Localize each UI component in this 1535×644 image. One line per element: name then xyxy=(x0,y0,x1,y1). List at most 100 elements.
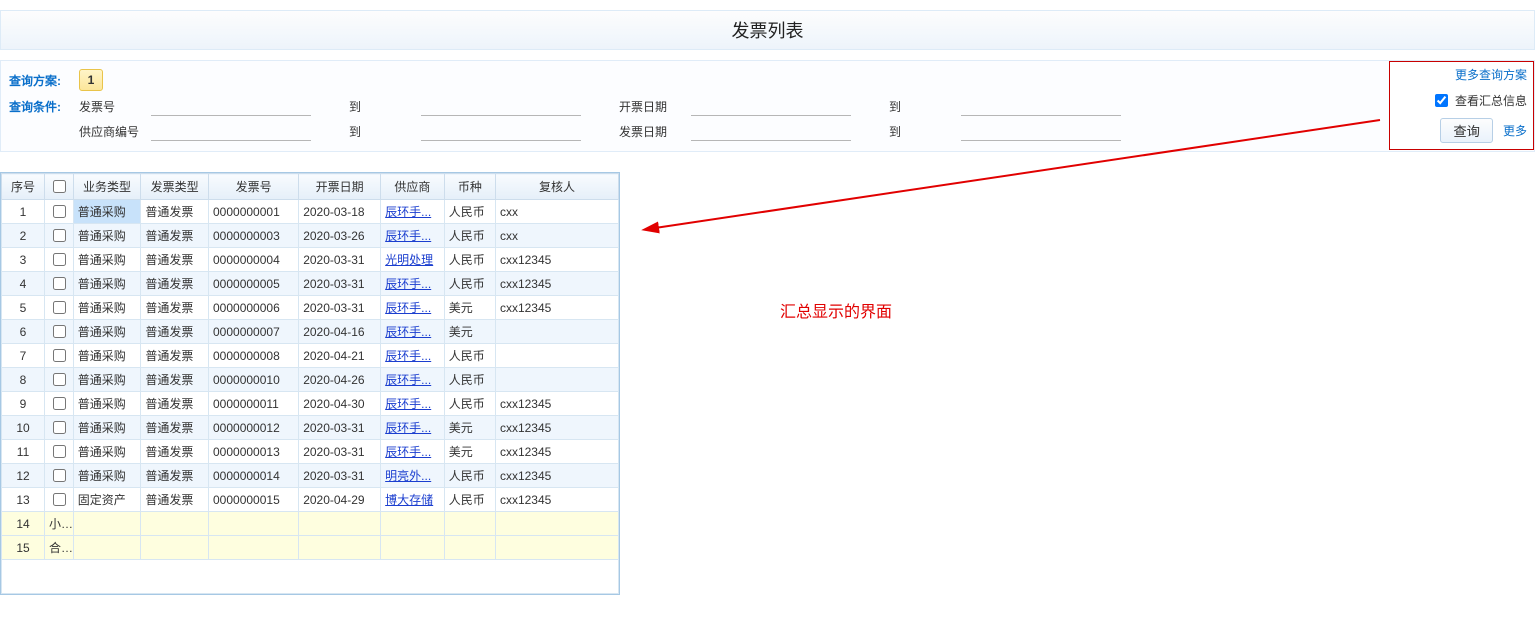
supplier-link[interactable]: 光明处理 xyxy=(385,253,433,267)
col-invtype-header[interactable]: 发票类型 xyxy=(141,174,209,200)
cell-check[interactable] xyxy=(45,224,74,248)
cell-supplier[interactable]: 明亮外... xyxy=(381,464,445,488)
field-to-label-4: 到 xyxy=(889,123,953,140)
row-checkbox[interactable] xyxy=(53,229,66,242)
table-row[interactable]: 5普通采购普通发票00000000062020-03-31辰环手...美元cxx… xyxy=(2,296,619,320)
row-checkbox[interactable] xyxy=(53,469,66,482)
supplier-link[interactable]: 博大存储 xyxy=(385,493,433,507)
table-row[interactable]: 11普通采购普通发票00000000132020-03-31辰环手...美元cx… xyxy=(2,440,619,464)
supplier-link[interactable]: 辰环手... xyxy=(385,229,431,243)
table-row[interactable]: 9普通采购普通发票00000000112020-04-30辰环手...人民币cx… xyxy=(2,392,619,416)
cell-supplier[interactable]: 辰环手... xyxy=(381,344,445,368)
cell-supplier[interactable]: 辰环手... xyxy=(381,392,445,416)
cell-supplier[interactable]: 辰环手... xyxy=(381,320,445,344)
cell-invtype: 普通发票 xyxy=(141,224,209,248)
select-all-checkbox[interactable] xyxy=(53,180,66,193)
cell-supplier[interactable]: 辰环手... xyxy=(381,296,445,320)
row-checkbox[interactable] xyxy=(53,325,66,338)
table-row[interactable]: 8普通采购普通发票00000000102020-04-26辰环手...人民币 xyxy=(2,368,619,392)
billing-date-to-input[interactable] xyxy=(961,97,1121,116)
col-reviewer-header[interactable]: 复核人 xyxy=(495,174,618,200)
row-checkbox[interactable] xyxy=(53,301,66,314)
cell-supplier[interactable]: 辰环手... xyxy=(381,368,445,392)
supplier-link[interactable]: 辰环手... xyxy=(385,397,431,411)
cell-check[interactable] xyxy=(45,200,74,224)
table-row[interactable]: 12普通采购普通发票00000000142020-03-31明亮外...人民币c… xyxy=(2,464,619,488)
query-scheme-badge[interactable]: 1 xyxy=(79,69,103,91)
table-row[interactable]: 7普通采购普通发票00000000082020-04-21辰环手...人民币 xyxy=(2,344,619,368)
invoice-no-from-input[interactable] xyxy=(151,97,311,116)
supplier-link[interactable]: 明亮外... xyxy=(385,469,431,483)
cell-billdate: 2020-03-31 xyxy=(299,296,381,320)
table-row[interactable]: 1普通采购普通发票00000000012020-03-18辰环手...人民币cx… xyxy=(2,200,619,224)
row-checkbox[interactable] xyxy=(53,277,66,290)
row-checkbox[interactable] xyxy=(53,253,66,266)
billing-date-from-input[interactable] xyxy=(691,97,851,116)
cell-invno: 0000000006 xyxy=(209,296,299,320)
row-checkbox[interactable] xyxy=(53,205,66,218)
row-checkbox[interactable] xyxy=(53,493,66,506)
invoice-no-to-input[interactable] xyxy=(421,97,581,116)
col-billdate-header[interactable]: 开票日期 xyxy=(299,174,381,200)
field-invoice-no-label: 发票号 xyxy=(79,98,143,115)
row-checkbox[interactable] xyxy=(53,349,66,362)
view-summary-label: 查看汇总信息 xyxy=(1455,92,1527,109)
col-seq-header[interactable]: 序号 xyxy=(2,174,45,200)
cell-supplier[interactable]: 辰环手... xyxy=(381,224,445,248)
query-button[interactable]: 查询 xyxy=(1440,118,1493,143)
cell-supplier[interactable]: 光明处理 xyxy=(381,248,445,272)
cell-check[interactable] xyxy=(45,488,74,512)
cell-supplier[interactable]: 辰环手... xyxy=(381,440,445,464)
supplier-link[interactable]: 辰环手... xyxy=(385,421,431,435)
table-row[interactable]: 2普通采购普通发票00000000032020-03-26辰环手...人民币cx… xyxy=(2,224,619,248)
col-biztype-header[interactable]: 业务类型 xyxy=(73,174,141,200)
supplier-link[interactable]: 辰环手... xyxy=(385,325,431,339)
cell-check[interactable] xyxy=(45,248,74,272)
cell-check[interactable] xyxy=(45,368,74,392)
supplier-no-from-input[interactable] xyxy=(151,122,311,141)
row-checkbox[interactable] xyxy=(53,373,66,386)
cell-supplier[interactable]: 辰环手... xyxy=(381,200,445,224)
table-row[interactable]: 6普通采购普通发票00000000072020-04-16辰环手...美元 xyxy=(2,320,619,344)
col-check-header[interactable] xyxy=(45,174,74,200)
table-row[interactable]: 13固定资产普通发票00000000152020-04-29博大存储人民币cxx… xyxy=(2,488,619,512)
cell-check[interactable] xyxy=(45,320,74,344)
cell-supplier[interactable]: 辰环手... xyxy=(381,416,445,440)
invoice-date-to-input[interactable] xyxy=(961,122,1121,141)
more-link[interactable]: 更多 xyxy=(1503,122,1527,139)
more-query-schemes-link[interactable]: 更多查询方案 xyxy=(1396,66,1527,83)
supplier-link[interactable]: 辰环手... xyxy=(385,277,431,291)
col-supplier-header[interactable]: 供应商 xyxy=(381,174,445,200)
cell-currency: 人民币 xyxy=(444,344,495,368)
row-checkbox[interactable] xyxy=(53,445,66,458)
cell-check[interactable] xyxy=(45,416,74,440)
invoice-date-from-input[interactable] xyxy=(691,122,851,141)
table-row[interactable]: 10普通采购普通发票00000000122020-03-31辰环手...美元cx… xyxy=(2,416,619,440)
row-checkbox[interactable] xyxy=(53,421,66,434)
cell-biztype: 普通采购 xyxy=(73,224,141,248)
col-invno-header[interactable]: 发票号 xyxy=(209,174,299,200)
cell-supplier[interactable]: 博大存储 xyxy=(381,488,445,512)
cell-check[interactable] xyxy=(45,464,74,488)
cell-check[interactable] xyxy=(45,296,74,320)
cell-invno: 0000000008 xyxy=(209,344,299,368)
view-summary-checkbox[interactable] xyxy=(1435,94,1448,107)
cell-check[interactable] xyxy=(45,272,74,296)
supplier-link[interactable]: 辰环手... xyxy=(385,373,431,387)
supplier-no-to-input[interactable] xyxy=(421,122,581,141)
cell-check[interactable] xyxy=(45,392,74,416)
col-currency-header[interactable]: 币种 xyxy=(444,174,495,200)
query-condition-label: 查询条件: xyxy=(9,98,69,115)
cell-check[interactable] xyxy=(45,440,74,464)
supplier-link[interactable]: 辰环手... xyxy=(385,445,431,459)
cell-supplier[interactable]: 辰环手... xyxy=(381,272,445,296)
cell-check[interactable] xyxy=(45,344,74,368)
supplier-link[interactable]: 辰环手... xyxy=(385,349,431,363)
supplier-link[interactable]: 辰环手... xyxy=(385,205,431,219)
supplier-link[interactable]: 辰环手... xyxy=(385,301,431,315)
cell-reviewer xyxy=(495,368,618,392)
table-row[interactable]: 3普通采购普通发票00000000042020-03-31光明处理人民币cxx1… xyxy=(2,248,619,272)
table-row[interactable]: 4普通采购普通发票00000000052020-03-31辰环手...人民币cx… xyxy=(2,272,619,296)
row-checkbox[interactable] xyxy=(53,397,66,410)
cell-biztype: 普通采购 xyxy=(73,416,141,440)
